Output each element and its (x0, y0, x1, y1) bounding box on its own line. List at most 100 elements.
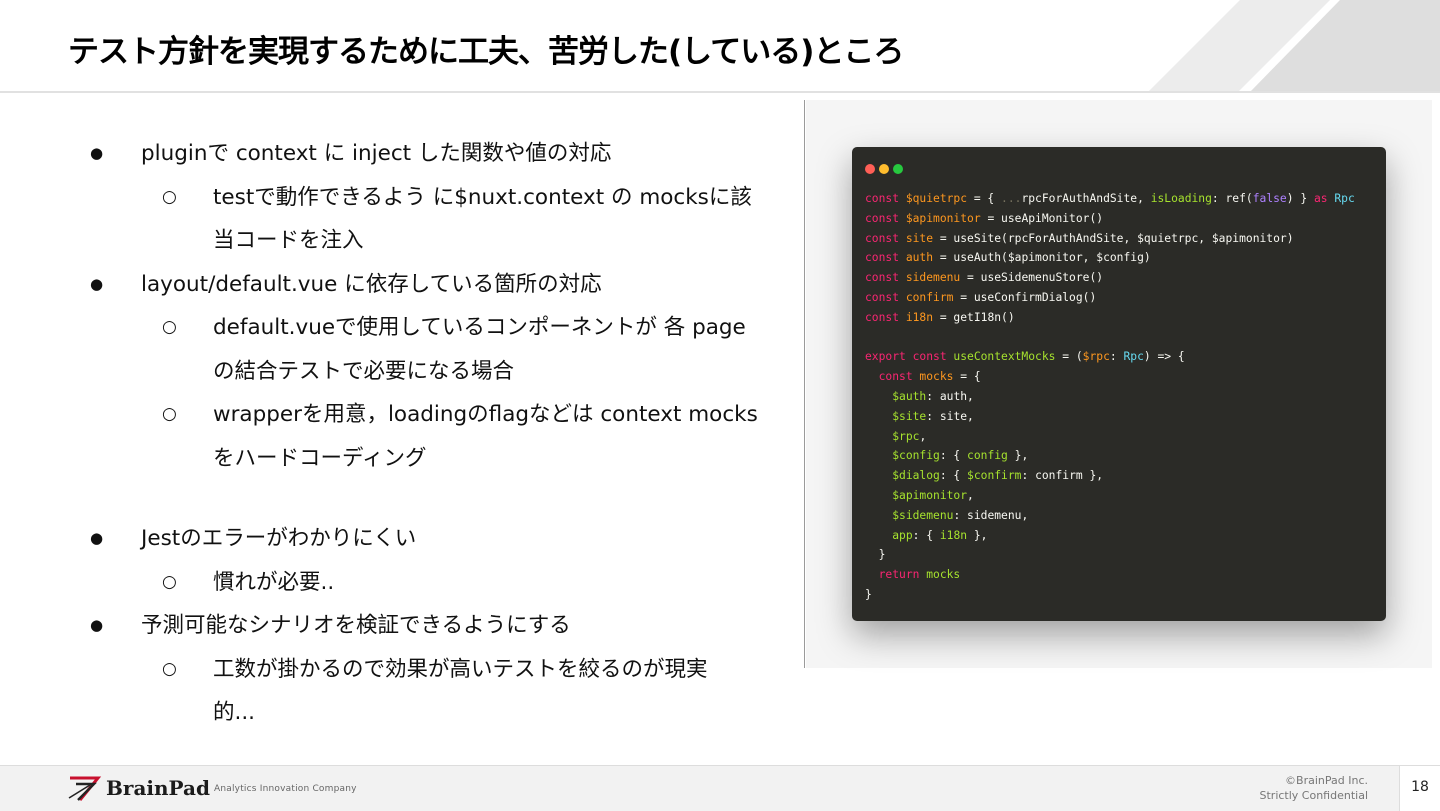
bullet-text: 的... (213, 700, 256, 725)
code-token: } (865, 587, 872, 601)
code-token: = { (967, 192, 1002, 205)
code-token: $quietrpc (905, 192, 968, 205)
code-line: const sidemenu = useSidemenuStore() (865, 268, 1355, 288)
page-number: 18 (1411, 779, 1429, 795)
code-token: $dialog (892, 469, 940, 483)
code-token: = useAuth($apimonitor, $config) (933, 251, 1151, 265)
code-token: const (878, 370, 920, 384)
bullet-text: 慣れが必要.. (213, 569, 335, 595)
code-line: const auth = useAuth($apimonitor, $confi… (865, 248, 1355, 268)
code-token: : { (939, 449, 968, 463)
code-token: const (865, 290, 906, 304)
code-line: const mocks = { (865, 367, 1355, 387)
code-token: const (865, 192, 906, 205)
slide-title: テスト方針を実現するために工夫、苦労した(している)ところ (68, 34, 904, 70)
code-token: isLoading (1150, 192, 1212, 205)
code-token: ) } (1286, 192, 1314, 205)
header-decoration (1148, 0, 1440, 92)
code-line: $apimonitor, (865, 486, 1355, 506)
bullet-text: default.vueで使用しているコンポーネントが 各 page (213, 315, 746, 340)
code-token: const (865, 310, 906, 324)
code-line: $config: { config }, (865, 446, 1355, 466)
code-token: : { (939, 469, 968, 483)
code-line: $auth: auth, (865, 387, 1355, 407)
logo-wordmark: BrainPad (106, 776, 210, 800)
bullet-item: ● pluginで context に inject した関数や値の対応 (84, 132, 774, 176)
code-token: = useConfirmDialog() (953, 290, 1097, 304)
sub-bullet-item: 的... (84, 691, 774, 735)
bullet-text: layout/default.vue に依存している箇所の対応 (141, 271, 602, 297)
code-token: : { (912, 528, 940, 542)
code-token: const (865, 231, 906, 245)
bullet-text: 工数が掛かるので効果が高いテストを絞るのが現実 (213, 656, 708, 682)
code-token: : (1109, 350, 1124, 364)
bullet-circle-icon: ○ (162, 571, 177, 592)
confidentiality-text: Strictly Confidential (1259, 789, 1369, 802)
code-token: : site, (926, 409, 974, 423)
brainpad-mark-icon (68, 776, 102, 801)
sub-bullet-item: ○ 慣れが必要.. (84, 561, 774, 605)
code-token: = useApiMonitor() (980, 211, 1104, 225)
code-token: $rpc (892, 429, 920, 443)
code-editor-window: const $quietrpc = { ...rpcForAuthAndSite… (852, 147, 1386, 621)
slide-header: テスト方針を実現するために工夫、苦労した(している)ところ (0, 0, 1440, 92)
bullet-item: ● layout/default.vue に依存している箇所の対応 (84, 263, 774, 307)
bullet-circle-icon: ○ (162, 186, 177, 207)
sub-bullet-item: をハードコーディング (84, 437, 774, 481)
header-divider (0, 91, 1440, 93)
code-token: = getI18n() (933, 310, 1015, 324)
bullet-text: wrapperを用意，loadingのflagなどは context mocks (213, 402, 758, 427)
code-token: useContextMocks (953, 350, 1056, 364)
code-line: export const useContextMocks = ($rpc: Rp… (865, 347, 1355, 367)
logo-tagline: Analytics Innovation Company (214, 784, 357, 794)
code-token: }, (1007, 449, 1029, 463)
bullet-text: の結合テストで必要になる場合 (213, 358, 515, 384)
code-token: const (865, 251, 906, 265)
code-token: $config (892, 449, 940, 463)
code-token: = { (953, 370, 981, 384)
code-line: const $quietrpc = { ...rpcForAuthAndSite… (865, 189, 1355, 209)
code-token: ... (1001, 192, 1022, 205)
code-token: = useSite(rpcForAuthAndSite, $quietrpc, … (933, 231, 1294, 245)
sub-bullet-item: ○ wrapperを用意，loadingのflagなどは context mock… (84, 393, 774, 437)
code-token: as (1313, 192, 1335, 205)
code-token: export const (865, 350, 954, 364)
code-token: , (967, 488, 974, 502)
code-token: confirm (905, 290, 954, 304)
code-line: $sidemenu: sidemenu, (865, 506, 1355, 526)
bullet-item: ● Jestのエラーがわかりにくい (84, 517, 774, 561)
sub-bullet-item: ○ testで動作できるよう に$nuxt.context の mocksに該 (84, 176, 774, 220)
code-token: } (865, 548, 886, 562)
sub-bullet-item: 当コードを注入 (84, 219, 774, 263)
bullet-text: をハードコーディング (213, 445, 427, 471)
code-line: return mocks (865, 565, 1355, 585)
code-line: $dialog: { $confirm: confirm }, (865, 466, 1355, 486)
code-line: const i18n = getI18n() (865, 308, 1355, 328)
window-controls (865, 159, 907, 178)
code-block: const $quietrpc = { ...rpcForAuthAndSite… (865, 189, 1355, 605)
sub-bullet-item: ○ 工数が掛かるので効果が高いテストを絞るのが現実 (84, 648, 774, 692)
copyright-text: ©BrainPad Inc. (1285, 774, 1368, 787)
code-token: Rpc (1334, 192, 1355, 205)
bullet-text: Jestのエラーがわかりにくい (141, 526, 417, 551)
code-token: $apimonitor (892, 488, 968, 502)
code-token: : confirm }, (1021, 469, 1104, 483)
code-line: $rpc, (865, 427, 1355, 447)
code-line: const site = useSite(rpcForAuthAndSite, … (865, 229, 1355, 249)
code-token: const (865, 271, 906, 285)
bullet-text: testで動作できるよう に$nuxt.context の mocksに該 (213, 184, 752, 210)
code-token: mocks (926, 568, 961, 582)
code-token: app (892, 528, 913, 542)
bullet-dot-icon: ● (90, 529, 104, 547)
bullet-text: 予測可能なシナリオを検証できるようにする (141, 613, 571, 638)
code-token: i18n (939, 528, 968, 542)
bullet-item: ● 予測可能なシナリオを検証できるようにする (84, 604, 774, 648)
bullet-dot-icon: ● (90, 616, 104, 634)
code-token: $sidemenu (892, 508, 954, 522)
